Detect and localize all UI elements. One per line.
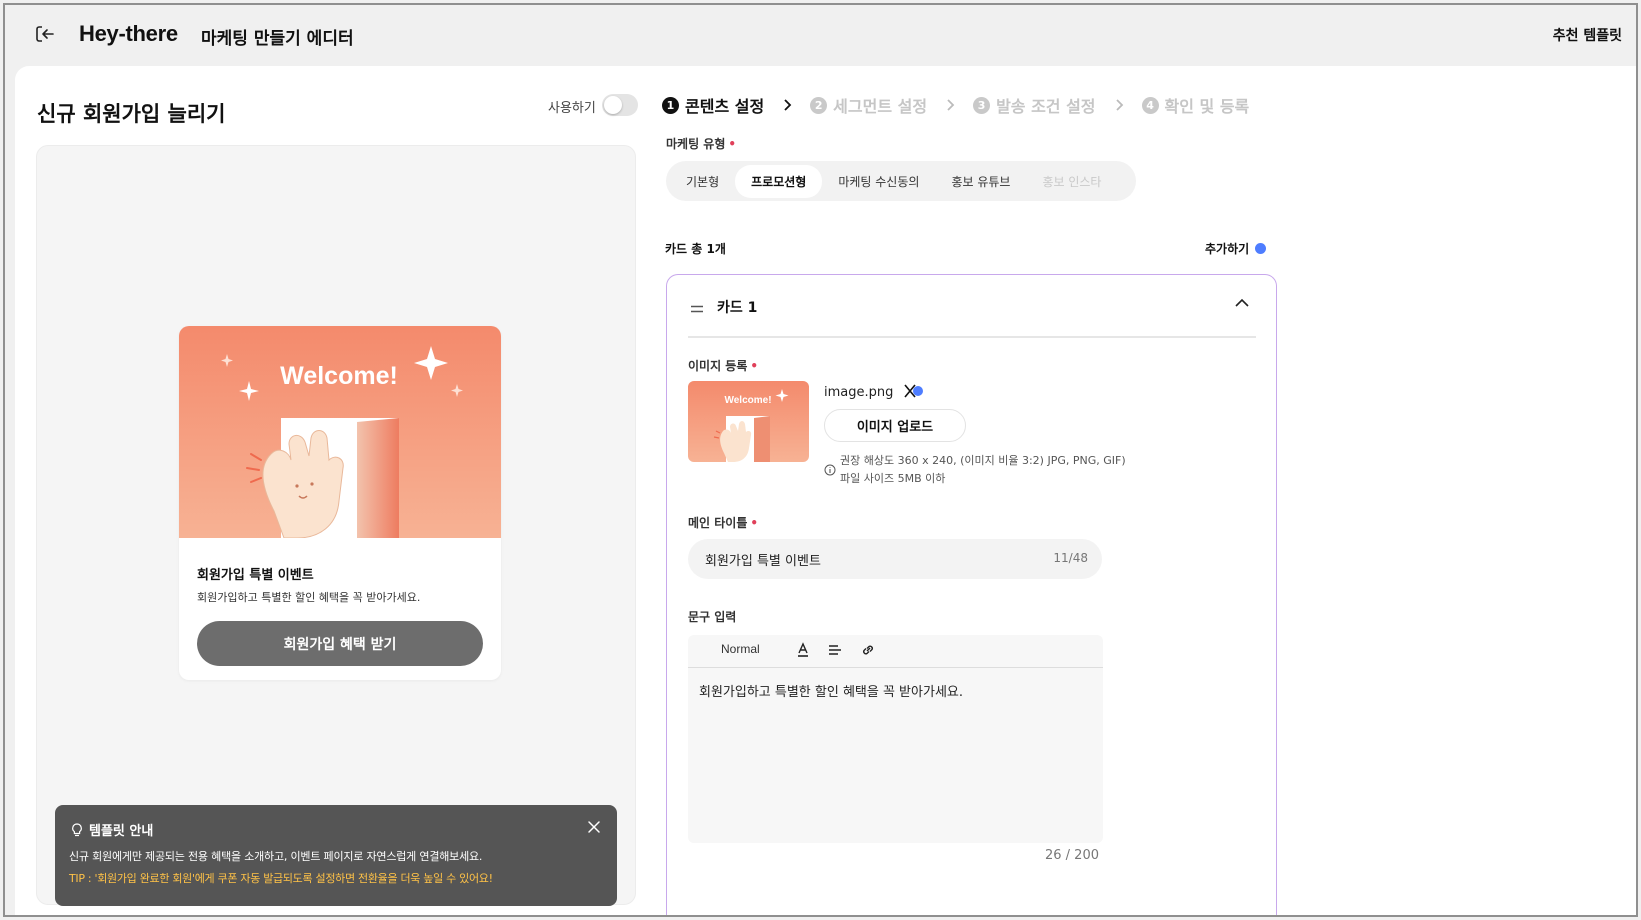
main-title-input[interactable]: 회원가입 특별 이벤트 11/48 bbox=[688, 539, 1102, 579]
guide-tip: TIP : '회원가입 완료한 회원'에게 쿠폰 자동 발급되도록 설정하면 전… bbox=[69, 872, 493, 885]
chevron-right-icon bbox=[1115, 99, 1123, 111]
editor-toolbar: Normal bbox=[688, 635, 1103, 668]
marketing-type-tabs: 기본형 프로모션형 마케팅 수신동의 홍보 유튜브 홍보 인스타 bbox=[666, 161, 1136, 201]
tab-basic[interactable]: 기본형 bbox=[670, 165, 735, 198]
preview-panel: Welcome! 회원가입 특별 이벤트 회원가입하고 특별한 할인 혜택을 꼭… bbox=[36, 145, 636, 906]
main-title-value: 회원가입 특별 이벤트 bbox=[705, 554, 821, 569]
main-title-label-text: 메인 타이틀 bbox=[688, 516, 748, 530]
app-window: Hey-there 마케팅 만들기 에디터 추천 템플릿 신규 회원가입 늘리기… bbox=[3, 3, 1638, 917]
tab-marketing-consent[interactable]: 마케팅 수신동의 bbox=[822, 165, 935, 198]
step-label: 확인 및 등록 bbox=[1164, 97, 1250, 116]
chevron-right-icon bbox=[947, 99, 955, 111]
step-send-condition-settings[interactable]: 3 발송 조건 설정 bbox=[973, 93, 1096, 117]
main-title-counter: 11/48 bbox=[1053, 551, 1088, 565]
use-toggle-label: 사용하기 bbox=[548, 101, 596, 116]
thumb-welcome-text: Welcome! bbox=[724, 395, 771, 406]
main-panel: 신규 회원가입 늘리기 사용하기 Welcome! 회원가입 특별 이벤트 회원… bbox=[15, 66, 1636, 915]
drag-handle-icon[interactable] bbox=[690, 305, 704, 313]
card-editor: 카드 1 이미지 등록 • Welcome! image.png 이미지 업로드… bbox=[666, 274, 1277, 915]
step-content-settings[interactable]: 1 콘텐츠 설정 bbox=[662, 93, 764, 117]
recommended-templates-link[interactable]: 추천 템플릿 bbox=[1553, 25, 1622, 45]
guide-text: 신규 회원에게만 제공되는 전용 혜택을 소개하고, 이벤트 페이지로 자연스럽… bbox=[69, 850, 483, 863]
link-icon[interactable] bbox=[860, 642, 876, 658]
image-register-label: 이미지 등록 • bbox=[688, 357, 758, 374]
toggle-knob bbox=[604, 96, 622, 114]
step-segment-settings[interactable]: 2 세그먼트 설정 bbox=[810, 93, 927, 117]
required-mark: • bbox=[728, 137, 737, 151]
tab-promo-instagram[interactable]: 홍보 인스타 bbox=[1026, 165, 1117, 198]
main-title-label: 메인 타이틀 • bbox=[688, 514, 758, 531]
brand-logo: Hey-there bbox=[79, 21, 178, 46]
image-register-label-text: 이미지 등록 bbox=[688, 359, 748, 373]
step-confirm-register[interactable]: 4 확인 및 등록 bbox=[1141, 93, 1250, 117]
copy-char-counter: 26 / 200 bbox=[1045, 848, 1099, 863]
guide-header: 템플릿 안내 bbox=[71, 820, 153, 839]
copy-input-label: 문구 입력 bbox=[688, 610, 737, 624]
preview-card: Welcome! 회원가입 특별 이벤트 회원가입하고 특별한 할인 혜택을 꼭… bbox=[179, 326, 501, 680]
chevron-up-icon[interactable] bbox=[1234, 297, 1250, 309]
step-number: 3 bbox=[973, 96, 991, 114]
step-number: 2 bbox=[810, 96, 828, 114]
step-label: 세그먼트 설정 bbox=[833, 97, 928, 116]
welcome-banner-image: Welcome! bbox=[179, 326, 501, 538]
uploaded-file-name: image.png bbox=[824, 385, 894, 400]
preview-card-body: 회원가입하고 특별한 할인 혜택을 꼭 받아가세요. bbox=[197, 591, 421, 604]
preview-card-title: 회원가입 특별 이벤트 bbox=[197, 568, 314, 583]
close-icon[interactable] bbox=[585, 818, 603, 836]
image-upload-button[interactable]: 이미지 업로드 bbox=[824, 409, 966, 442]
use-toggle[interactable] bbox=[602, 94, 638, 116]
editor-subtitle: 마케팅 만들기 에디터 bbox=[201, 29, 354, 49]
divider bbox=[688, 336, 1256, 338]
file-size-hint: 파일 사이즈 5MB 이하 bbox=[840, 472, 946, 485]
marketing-type-label: 마케팅 유형 • bbox=[666, 135, 736, 152]
add-indicator-dot bbox=[1255, 243, 1267, 254]
image-thumbnail: Welcome! bbox=[688, 381, 809, 462]
step-number: 4 bbox=[1141, 96, 1159, 114]
step-label: 발송 조건 설정 bbox=[996, 97, 1096, 116]
template-guide-toast: 템플릿 안내 신규 회원에게만 제공되는 전용 혜택을 소개하고, 이벤트 페이… bbox=[55, 805, 617, 906]
top-header: Hey-there 마케팅 만들기 에디터 추천 템플릿 bbox=[5, 5, 1636, 65]
add-card-button[interactable]: 추가하기 bbox=[1205, 240, 1267, 257]
align-icon[interactable] bbox=[827, 642, 843, 658]
tab-promo-youtube[interactable]: 홍보 유튜브 bbox=[935, 165, 1026, 198]
resolution-hint: 권장 해상도 360 x 240, (이미지 비율 3:2) JPG, PNG,… bbox=[840, 454, 1126, 467]
text-color-icon[interactable] bbox=[795, 642, 811, 658]
marketing-type-label-text: 마케팅 유형 bbox=[666, 137, 726, 151]
copy-text-content: 회원가입하고 특별한 할인 혜택을 꼭 받아가세요. bbox=[699, 685, 963, 700]
copy-rich-text-editor[interactable]: Normal 회원가입하고 특별한 할인 혜택을 꼭 받아가세요. bbox=[688, 635, 1103, 843]
info-icon bbox=[824, 464, 836, 476]
add-card-label: 추가하기 bbox=[1205, 242, 1250, 256]
chevron-right-icon bbox=[784, 99, 792, 111]
lightbulb-icon bbox=[72, 822, 82, 836]
required-mark: • bbox=[750, 516, 759, 530]
card-editor-title: 카드 1 bbox=[717, 300, 758, 316]
step-label: 콘텐츠 설정 bbox=[685, 97, 765, 116]
card-count: 카드 총 1개 bbox=[665, 242, 726, 256]
campaign-title: 신규 회원가입 늘리기 bbox=[37, 102, 226, 126]
text-format-select[interactable]: Normal bbox=[721, 642, 760, 656]
guide-title: 템플릿 안내 bbox=[89, 824, 154, 839]
banner-welcome-text: Welcome! bbox=[280, 362, 398, 390]
exit-icon[interactable] bbox=[33, 22, 57, 46]
remove-file-icon[interactable] bbox=[903, 383, 929, 399]
required-mark: • bbox=[750, 359, 759, 373]
tab-promotion[interactable]: 프로모션형 bbox=[735, 164, 823, 198]
preview-cta-button[interactable]: 회원가입 혜택 받기 bbox=[197, 621, 483, 666]
step-navigation: 1 콘텐츠 설정 2 세그먼트 설정 3 발송 조건 설정 4 확인 및 등록 bbox=[662, 93, 1249, 117]
step-number: 1 bbox=[662, 96, 679, 114]
